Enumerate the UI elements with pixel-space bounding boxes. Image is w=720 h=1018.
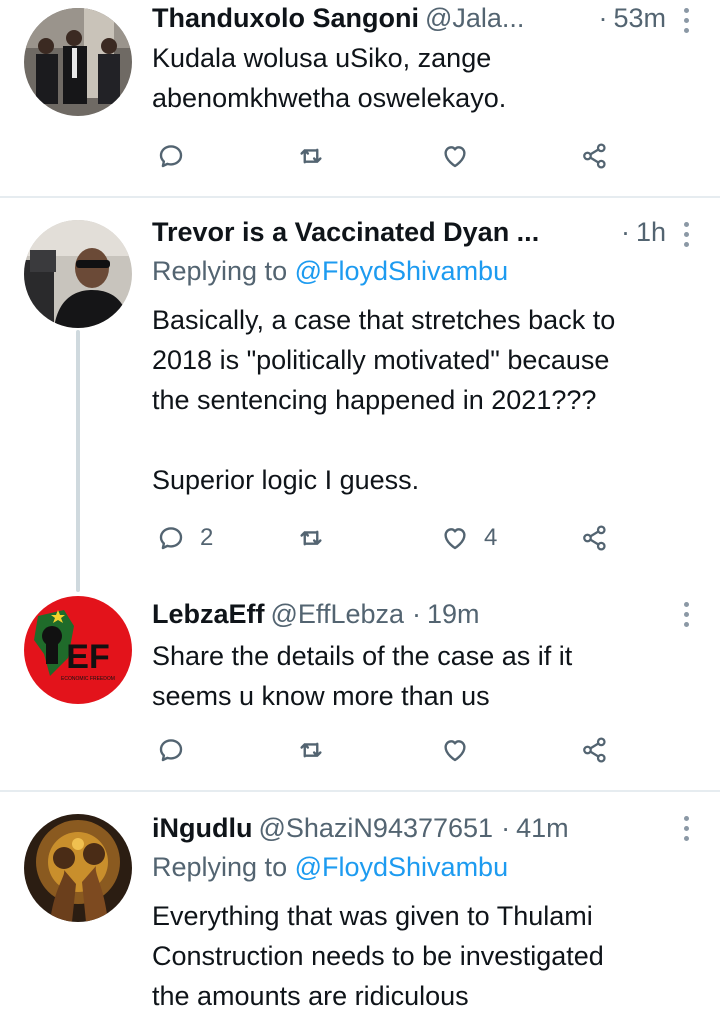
like-icon [444,740,466,762]
action-bar: 2 4 [156,520,616,556]
timestamp[interactable]: 41m [516,813,569,844]
tweet-header: Thanduxolo Sangoni @Jala... · 53m [152,0,692,36]
share-button[interactable] [580,138,610,174]
avatar-photo [24,8,132,116]
reply-icon [159,739,183,762]
tweet-text: Everything that was given to Thulami Con… [152,901,604,1011]
mention-link[interactable]: @FloydShivambu [295,852,509,882]
share-icon [583,143,606,169]
eff-logo-text: EF [66,638,109,676]
tweet-header: Trevor is a Vaccinated Dyan ... · 1h [152,214,692,250]
like-button[interactable]: 4 [440,520,497,556]
tweet-text: Kudala wolusa uSiko, zange abenomkhwetha… [152,43,507,113]
display-name[interactable]: LebzaEff [152,599,265,630]
action-bar [156,138,616,174]
tweet[interactable]: EF ECONOMIC FREEDOM LebzaEff @EffLebza ·… [0,592,720,790]
avatar[interactable] [24,220,132,328]
share-button[interactable] [580,520,610,556]
user-handle[interactable]: @Jala... [425,3,524,34]
reply-button[interactable] [156,138,186,174]
reply-count: 2 [200,524,214,551]
reply-button[interactable] [156,732,186,768]
separator-dot: · [620,216,630,247]
more-icon[interactable] [682,602,690,627]
retweet-button[interactable] [296,138,326,174]
avatar-photo [24,220,132,328]
tweet[interactable]: Trevor is a Vaccinated Dyan ... · 1h Rep… [0,198,720,592]
separator-dot: · [598,2,608,33]
display-name[interactable]: Thanduxolo Sangoni [152,3,419,34]
tweet[interactable]: iNgudlu @ShaziN94377651 · 41m Replying t… [0,792,720,1018]
display-name[interactable]: Trevor is a Vaccinated Dyan ... [152,217,539,248]
timestamp[interactable]: 19m [427,599,480,630]
retweet-icon [300,742,322,758]
timestamp[interactable]: 1h [636,217,666,248]
retweet-icon [300,530,322,546]
display-name[interactable]: iNgudlu [152,813,252,844]
replying-to: Replying to @FloydShivambu [152,256,508,287]
share-icon [583,525,606,551]
more-icon[interactable] [682,816,690,841]
replying-to-label: Replying to [152,852,295,882]
more-icon[interactable] [682,222,690,247]
timestamp[interactable]: 53m [613,3,666,34]
thread-line [76,330,80,592]
avatar[interactable] [24,814,132,922]
like-icon [444,146,466,168]
like-button[interactable] [440,138,470,174]
avatar[interactable]: EF ECONOMIC FREEDOM [24,596,132,704]
retweet-button[interactable] [296,520,326,556]
share-button[interactable] [580,732,610,768]
retweet-button[interactable] [296,732,326,768]
mention-link[interactable]: @FloydShivambu [295,256,509,286]
reply-button[interactable]: 2 [156,520,213,556]
separator-dot: · [412,598,422,629]
replying-to-label: Replying to [152,256,295,286]
retweet-icon [300,148,322,164]
replying-to: Replying to @FloydShivambu [152,852,508,883]
separator-dot: · [501,812,511,843]
reply-icon [159,145,183,168]
like-count: 4 [484,524,498,551]
more-icon[interactable] [682,8,690,33]
avatar[interactable] [24,8,132,116]
tweet[interactable]: Thanduxolo Sangoni @Jala... · 53m Kudala… [0,0,720,196]
user-handle[interactable]: @ShaziN94377651 [258,813,493,844]
like-button[interactable] [440,732,470,768]
tweet-text: Share the details of the case as if it s… [152,641,573,711]
eff-logo: EF ECONOMIC FREEDOM [24,596,132,704]
avatar-photo [24,814,132,922]
share-icon [583,737,606,763]
reply-icon [159,527,183,550]
user-handle[interactable]: @EffLebza [271,599,405,630]
action-bar [156,732,616,768]
tweet-text: Basically, a case that stretches back to… [152,305,616,495]
tweet-header: iNgudlu @ShaziN94377651 · 41m [152,810,692,846]
like-icon [444,528,466,550]
tweet-header: LebzaEff @EffLebza · 19m [152,596,692,632]
eff-logo-subtext: ECONOMIC FREEDOM [61,676,115,682]
